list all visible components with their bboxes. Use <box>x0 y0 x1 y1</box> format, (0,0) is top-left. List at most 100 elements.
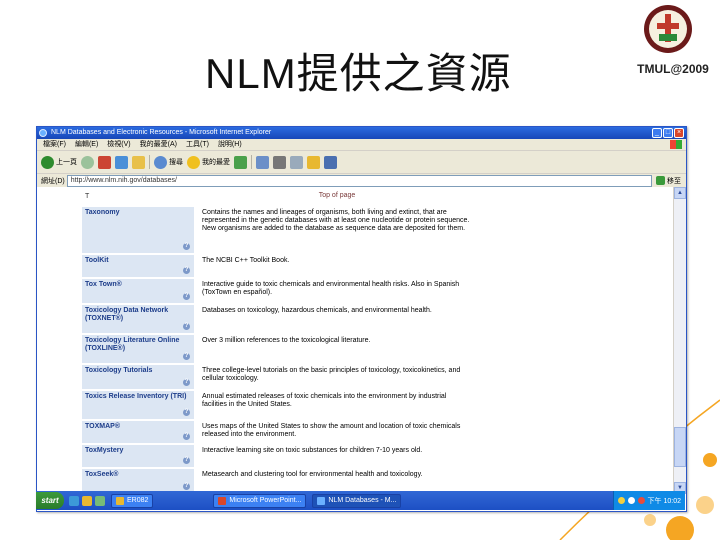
mail-icon[interactable] <box>256 155 269 169</box>
resource-link[interactable]: Toxicology Data Network (TOXNET®) <box>85 307 168 322</box>
menu-view[interactable]: 檢視(V) <box>107 139 130 150</box>
menu-bar: 檔案(F) 編輯(E) 檢視(V) 我的最愛(A) 工具(T) 說明(H) <box>37 139 686 151</box>
tray-icon[interactable] <box>637 497 645 504</box>
table-row: Toxics Release Inventory (TRI)? Annual e… <box>82 390 480 421</box>
menu-help[interactable]: 說明(H) <box>218 139 242 150</box>
toolbar: 上一頁 搜尋 我的最愛 <box>37 151 686 174</box>
help-icon[interactable]: ? <box>183 323 190 330</box>
resource-description: Three college-level tutorials on the bas… <box>194 364 480 391</box>
scroll-thumb[interactable] <box>674 427 686 467</box>
resource-link[interactable]: Toxics Release Inventory (TRI) <box>85 393 186 400</box>
start-button[interactable]: start <box>36 492 64 509</box>
address-input[interactable]: http://www.nlm.nih.gov/databases/ <box>66 174 652 187</box>
minimize-button[interactable]: _ <box>652 128 662 138</box>
table-row: Taxonomy? Contains the names and lineage… <box>82 207 480 255</box>
help-icon[interactable]: ? <box>183 353 190 360</box>
scroll-up-icon[interactable]: ▲ <box>674 187 686 199</box>
messenger-icon[interactable] <box>324 155 337 169</box>
top-of-page-link[interactable]: Top of page <box>194 191 480 207</box>
ie-quicklaunch-icon[interactable] <box>69 495 79 506</box>
toolbar-separator <box>149 155 150 169</box>
menu-edit[interactable]: 編輯(E) <box>75 139 98 150</box>
toolbar-separator <box>251 155 252 169</box>
table-row: Toxicology Tutorials? Three college-leve… <box>82 364 480 391</box>
help-icon[interactable]: ? <box>183 293 190 300</box>
table-row: Tox Town®? Interactive guide to toxic ch… <box>82 278 480 305</box>
quick-launch <box>69 495 105 506</box>
table-row: ToxMystery? Interactive learning site on… <box>82 444 480 469</box>
windows-logo-icon <box>670 140 682 149</box>
table-row: Toxicology Data Network (TOXNET®)? Datab… <box>82 304 480 335</box>
folder-icon <box>116 496 124 505</box>
resource-description: Databases on toxicology, hazardous chemi… <box>194 304 480 335</box>
help-icon[interactable]: ? <box>183 409 190 416</box>
folder-icon[interactable] <box>307 155 320 169</box>
search-icon <box>154 155 167 169</box>
menu-favorites[interactable]: 我的最愛(A) <box>140 139 177 150</box>
resource-description: The NCBI C++ Toolkit Book. <box>194 254 480 279</box>
stop-icon[interactable] <box>98 155 111 169</box>
help-icon[interactable]: ? <box>183 267 190 274</box>
table-row: ToolKit? The NCBI C++ Toolkit Book. <box>82 254 480 279</box>
taskbar-item[interactable]: Microsoft PowerPoint... <box>213 493 307 508</box>
clock: 下午 10:02 <box>647 497 681 505</box>
star-icon <box>187 155 200 169</box>
resource-link[interactable]: TOXMAP® <box>85 423 120 430</box>
help-icon[interactable]: ? <box>183 457 190 464</box>
vertical-scrollbar[interactable]: ▲ ▼ <box>673 187 686 494</box>
maximize-button[interactable]: □ <box>663 128 673 138</box>
go-button[interactable]: 移至 <box>652 176 686 186</box>
resource-link[interactable]: ToxMystery <box>85 447 123 454</box>
resource-link[interactable]: ToolKit <box>85 257 109 264</box>
logo-caption: TMUL@2009 <box>637 62 709 76</box>
resource-link[interactable]: Taxonomy <box>85 209 120 216</box>
powerpoint-icon <box>218 496 227 505</box>
taskbar-item[interactable]: ER082 <box>111 493 154 508</box>
page-content: T Top of page Taxonomy? Contains the nam… <box>37 187 673 494</box>
address-bar: 網址(D) http://www.nlm.nih.gov/databases/ … <box>37 174 686 188</box>
go-arrow-icon <box>656 176 665 185</box>
help-icon[interactable]: ? <box>183 243 190 250</box>
edit-icon[interactable] <box>290 155 303 169</box>
back-arrow-icon <box>41 155 54 169</box>
resource-description: Uses maps of the United States to show t… <box>194 420 480 445</box>
resource-description: Interactive learning site on toxic subst… <box>194 444 480 469</box>
menu-tools[interactable]: 工具(T) <box>186 139 209 150</box>
resource-description: Over 3 million references to the toxicol… <box>194 334 480 365</box>
tray-icon[interactable] <box>617 497 625 504</box>
media-quicklaunch-icon[interactable] <box>95 495 105 506</box>
resource-description: Annual estimated releases of toxic chemi… <box>194 390 480 421</box>
print-icon[interactable] <box>273 155 286 169</box>
resource-description: Interactive guide to toxic chemicals and… <box>194 278 480 305</box>
help-icon[interactable]: ? <box>183 483 190 490</box>
resource-link[interactable]: ToxSeek® <box>85 471 118 478</box>
window-titlebar: NLM Databases and Electronic Resources -… <box>37 127 686 139</box>
resource-link[interactable]: Toxicology Tutorials <box>85 367 152 374</box>
history-icon[interactable] <box>234 155 247 169</box>
slide-title: NLM提供之資源 <box>205 50 512 97</box>
ie-icon <box>317 496 326 505</box>
ie-icon <box>39 129 47 137</box>
forward-arrow-icon[interactable] <box>81 155 94 169</box>
explorer-quicklaunch-icon[interactable] <box>82 495 92 506</box>
help-icon[interactable]: ? <box>183 379 190 386</box>
table-header-row: T Top of page <box>82 191 480 207</box>
section-letter: T <box>85 193 90 200</box>
university-logo <box>644 5 692 53</box>
browser-window: NLM Databases and Electronic Resources -… <box>36 126 687 512</box>
table-row: TOXMAP®? Uses maps of the United States … <box>82 420 480 445</box>
search-button[interactable]: 搜尋 <box>154 155 183 169</box>
back-button[interactable]: 上一頁 <box>41 155 77 169</box>
menu-file[interactable]: 檔案(F) <box>43 139 66 150</box>
tray-icon[interactable] <box>627 497 635 504</box>
resource-link[interactable]: Toxicology Literature Online (TOXLINE®) <box>85 337 179 352</box>
refresh-icon[interactable] <box>115 155 128 169</box>
resource-link[interactable]: Tox Town® <box>85 281 122 288</box>
system-tray: 下午 10:02 <box>612 491 685 510</box>
help-icon[interactable]: ? <box>183 433 190 440</box>
close-button[interactable]: × <box>674 128 684 138</box>
taskbar-item[interactable]: NLM Databases - M... <box>312 493 402 508</box>
resource-description: Contains the names and lineages of organ… <box>194 207 480 255</box>
home-icon[interactable] <box>132 155 145 169</box>
favorites-button[interactable]: 我的最愛 <box>187 155 230 169</box>
